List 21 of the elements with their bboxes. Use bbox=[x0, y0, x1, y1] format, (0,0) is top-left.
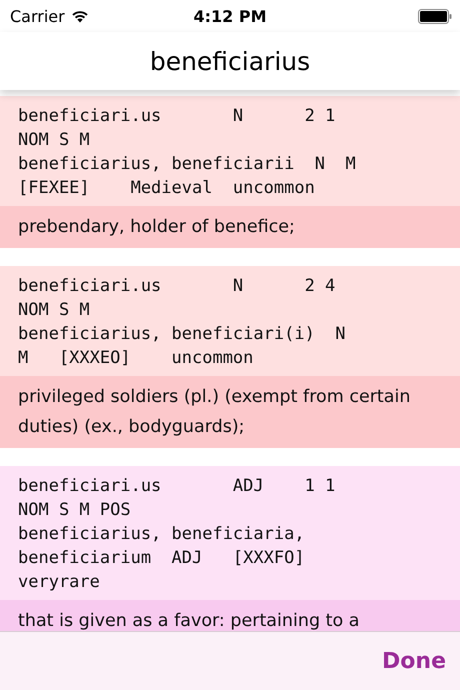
entry-line: beneficiari.us ADJ 1 1 bbox=[18, 475, 336, 498]
entry-line: NOM S M POS bbox=[18, 499, 131, 522]
entry-line: M [XXXEO] uncommon bbox=[18, 347, 254, 370]
entry-line: beneficiari.us N 2 1 bbox=[18, 105, 336, 128]
entry-line: beneficiarius, beneficiaria, bbox=[18, 523, 305, 546]
carrier-name: Carrier bbox=[10, 6, 65, 26]
wifi-icon bbox=[70, 10, 89, 22]
entry-line: NOM S M bbox=[18, 129, 90, 152]
entry-line: NOM S M bbox=[18, 299, 90, 322]
entry-line: beneficiarium ADJ [XXXFO] bbox=[18, 547, 305, 570]
definition-text: privileged soldiers (pl.) (exempt from certain duties) (ex., bodyguards); bbox=[0, 376, 460, 448]
entry-line: veryrare bbox=[18, 571, 100, 594]
status-time: 4:12 PM bbox=[192, 6, 268, 26]
entry-line: [FEXEE] Medieval uncommon bbox=[18, 177, 315, 200]
nav-title: beneficiarius bbox=[150, 46, 310, 76]
battery-icon bbox=[418, 8, 452, 24]
entry-line: beneficiarius, beneficiari(i) N bbox=[18, 323, 346, 346]
entry-line: beneficiari.us N 2 4 bbox=[18, 275, 336, 298]
definition-text: prebendary, holder of benefice; bbox=[0, 206, 460, 248]
entry-line: beneficiarius, beneficiarii N M bbox=[18, 153, 356, 176]
done-button[interactable]: Done bbox=[380, 644, 448, 678]
